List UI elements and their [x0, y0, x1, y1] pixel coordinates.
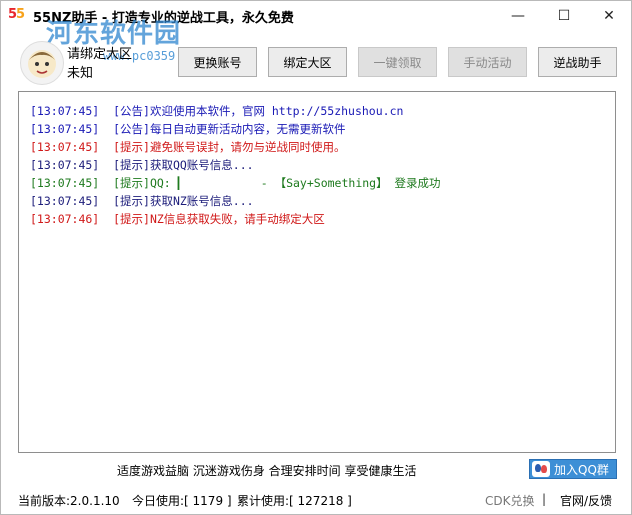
status-bar: 当前版本:2.0.1.10 今日使用:[ 1179 ] 累计使用:[ 12721… [1, 486, 631, 513]
version-text: 当前版本:2.0.1.10 [18, 494, 120, 508]
user-status: 未知 [67, 66, 94, 81]
maximize-button[interactable]: ☐ [541, 1, 587, 31]
log-line: [13:07:45] [公告]欢迎使用本软件，官网 http://55zhush… [30, 104, 404, 118]
join-qq-group-button[interactable]: 加入QQ群 [529, 459, 617, 479]
website-feedback-link[interactable]: 官网/反馈 [560, 492, 612, 509]
bind-region-button[interactable]: 绑定大区 [268, 47, 347, 77]
log-line: [13:07:45] [公告]每日自动更新活动内容，无需更新软件 [30, 122, 346, 136]
close-button[interactable]: ✕ [586, 1, 632, 31]
manual-activity-button[interactable]: 手动活动 [448, 47, 527, 77]
change-account-button[interactable]: 更换账号 [178, 47, 257, 77]
today-usage-text: 今日使用:[ 1179 ] [132, 494, 232, 508]
status-separator: | [542, 492, 547, 506]
log-line: [13:07:45] [提示]获取QQ账号信息... [30, 158, 254, 172]
one-click-claim-button[interactable]: 一键领取 [358, 47, 437, 77]
bind-region-hint: 请绑定大区 [67, 47, 133, 62]
cdk-redeem-link[interactable]: CDK兑换 [485, 492, 535, 509]
nz-helper-button[interactable]: 逆战助手 [538, 47, 617, 77]
minimize-button[interactable]: — [495, 1, 541, 31]
avatar [20, 41, 64, 85]
log-line: [13:07:45] [提示]获取NZ账号信息... [30, 194, 254, 208]
log-panel[interactable]: [13:07:45] [公告]欢迎使用本软件，官网 http://55zhush… [18, 91, 616, 453]
avatar-face-icon [28, 50, 56, 78]
app-logo-icon: 55 [8, 7, 25, 22]
log-line: [13:07:45] [提示]QQ: ▎ - 【Say+Something】 登… [30, 176, 441, 190]
join-qq-group-label: 加入QQ群 [554, 463, 609, 477]
health-slogan: 适度游戏益脑 沉迷游戏伤身 合理安排时间 享受健康生活 [117, 464, 417, 478]
log-line: [13:07:46] [提示]NZ信息获取失败，请手动绑定大区 [30, 212, 325, 226]
log-line: [13:07:45] [提示]避免账号误封，请勿与逆战同时使用。 [30, 140, 346, 154]
app-window: 55 55NZ助手 - 打造专业的逆战工具，永久免费 — ☐ ✕ 河东软件园 w… [0, 0, 632, 515]
total-usage-text: 累计使用:[ 127218 ] [237, 494, 352, 508]
qq-group-icon [532, 461, 550, 477]
